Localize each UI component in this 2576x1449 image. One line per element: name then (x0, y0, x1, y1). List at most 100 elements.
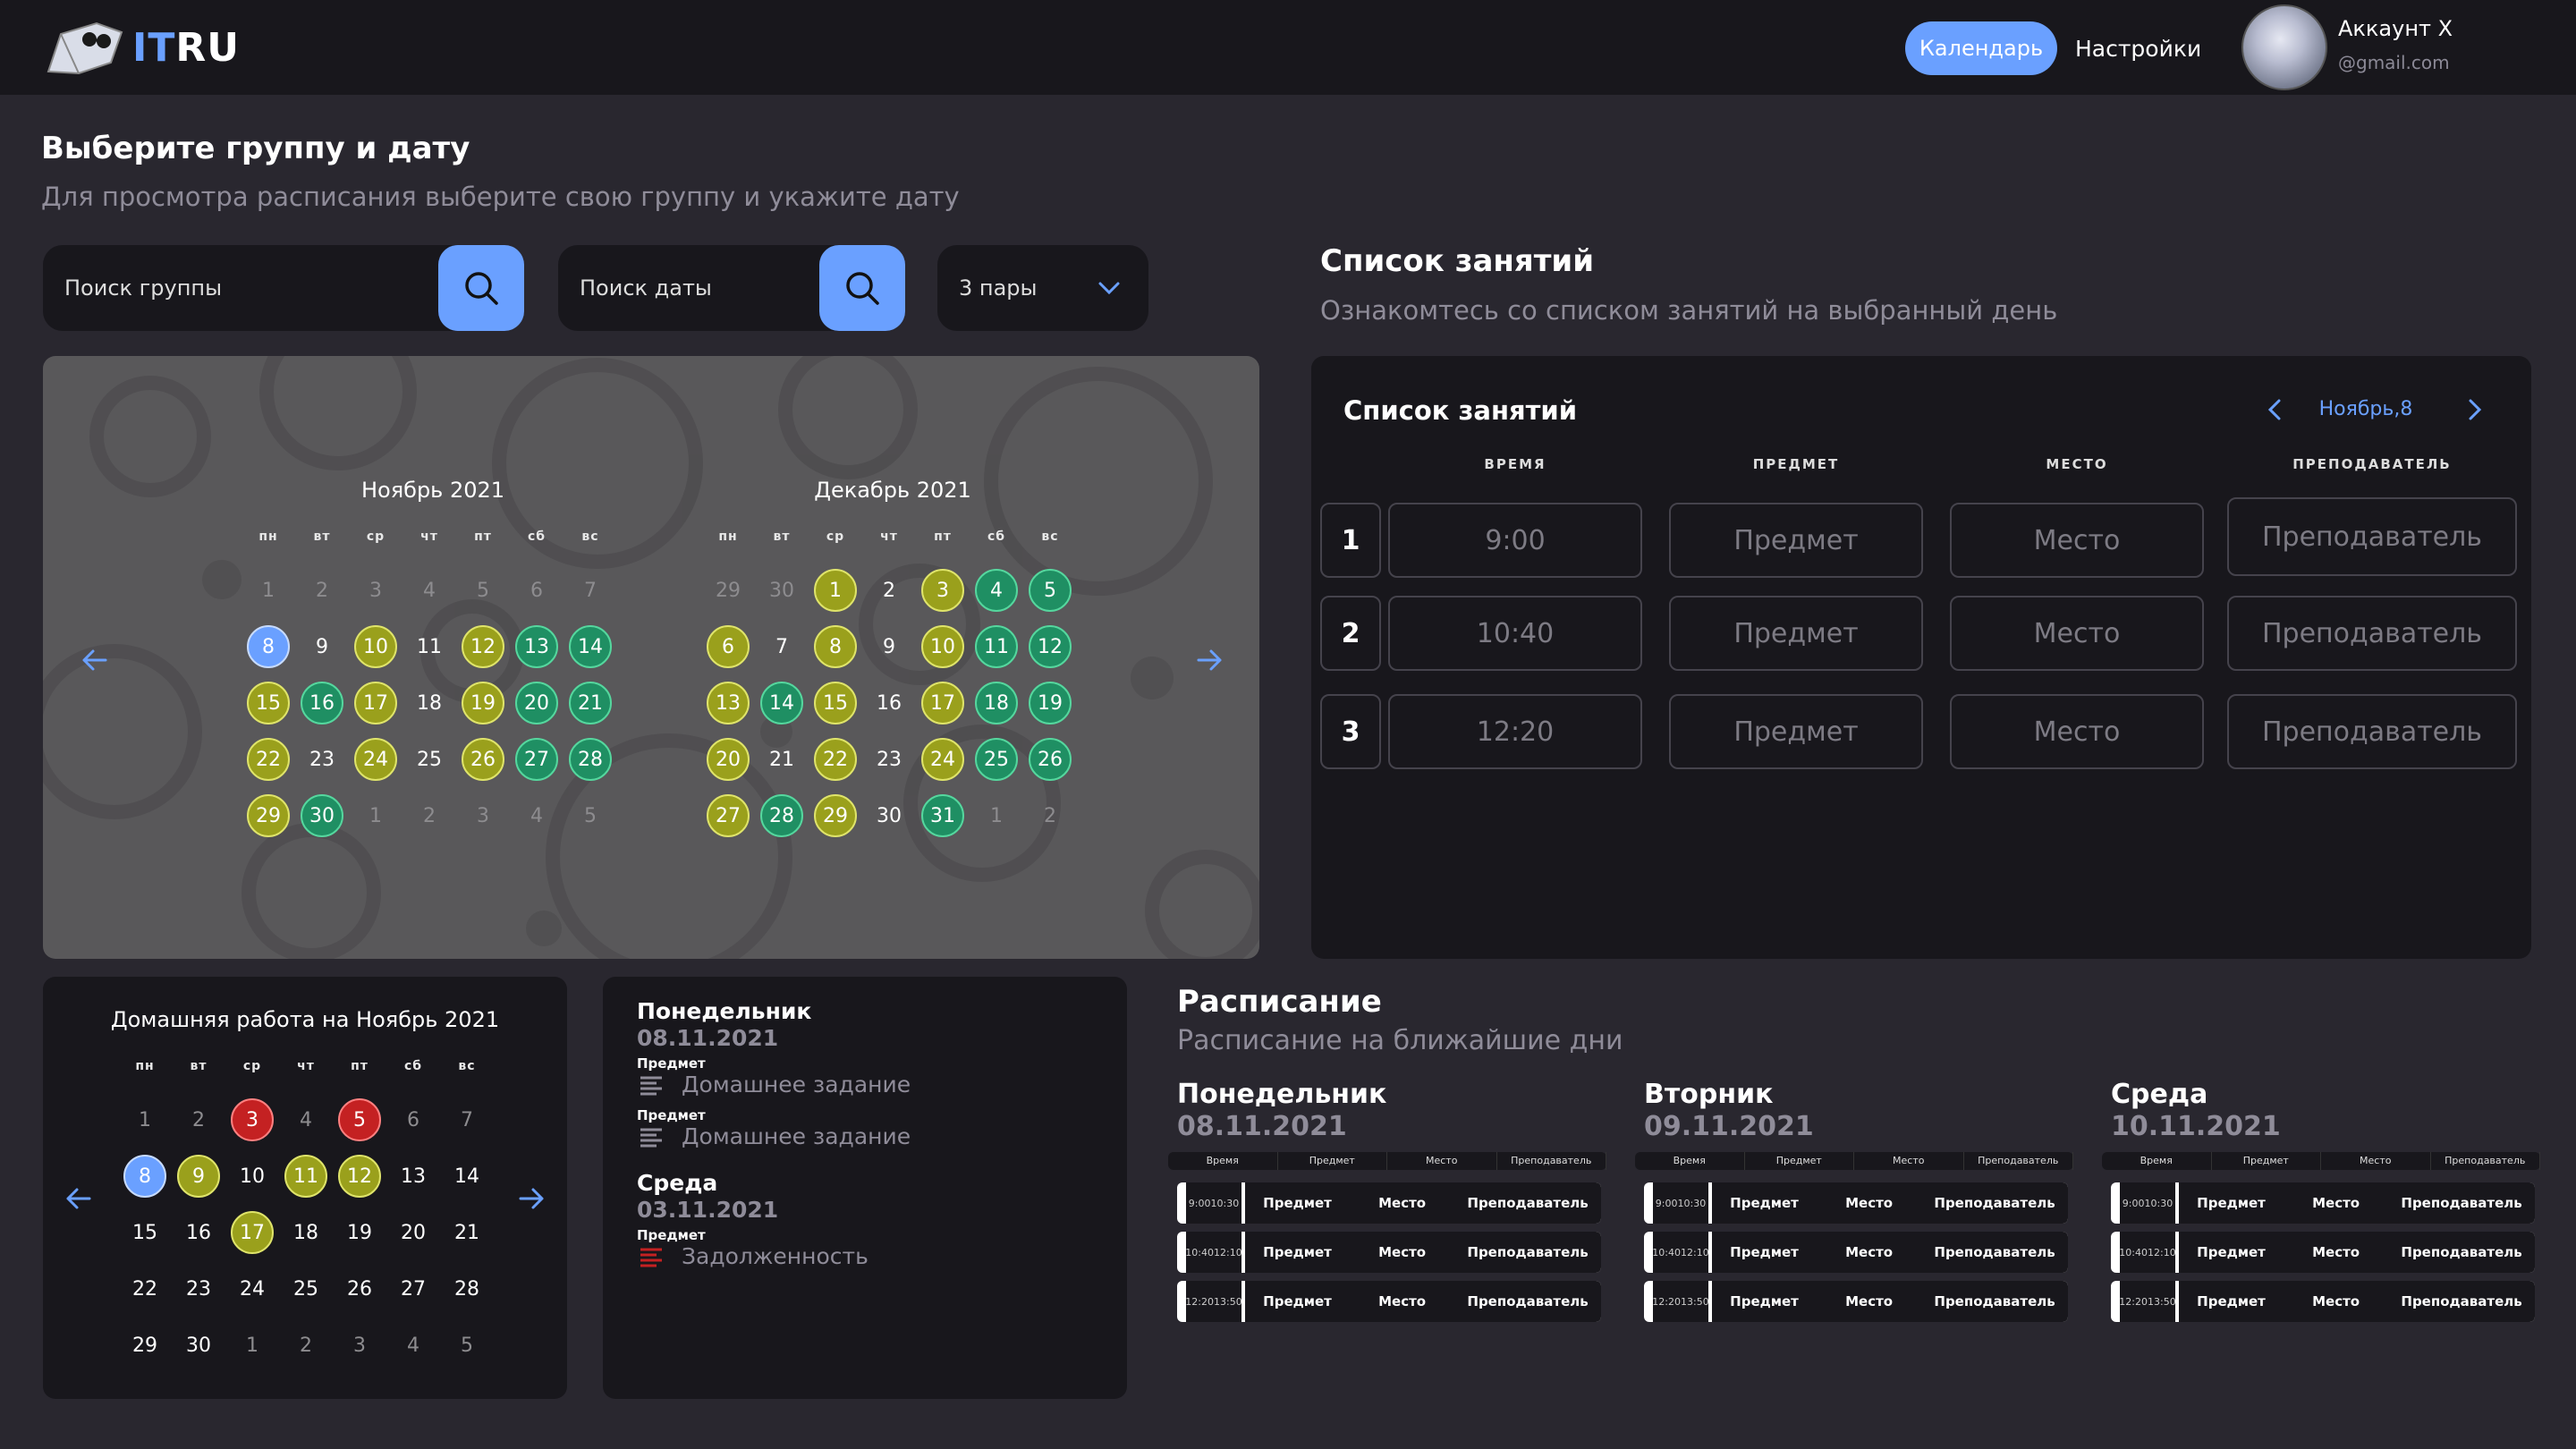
calendar-day[interactable]: 4 (408, 569, 451, 612)
homework-item[interactable]: Домашнее задание (639, 1072, 911, 1097)
homework-day[interactable]: 21 (445, 1211, 488, 1254)
pairs-select[interactable]: 3 пары (937, 245, 1148, 331)
calendar-day[interactable]: 13 (515, 625, 558, 668)
homework-day[interactable]: 12 (338, 1155, 381, 1198)
homework-day[interactable]: 7 (445, 1098, 488, 1141)
calendar-day[interactable]: 15 (814, 682, 857, 724)
homework-item[interactable]: Домашнее задание (639, 1123, 911, 1149)
calendar-day[interactable]: 9 (868, 625, 911, 668)
calendar-day[interactable]: 18 (408, 682, 451, 724)
homework-day[interactable]: 10 (231, 1155, 274, 1198)
lesson-place[interactable]: Место (1950, 503, 2204, 578)
calendar-day[interactable]: 11 (975, 625, 1018, 668)
calendar-day[interactable]: 19 (1029, 682, 1072, 724)
nav-settings-link[interactable]: Настройки (2075, 21, 2201, 75)
calendar-day[interactable]: 11 (408, 625, 451, 668)
homework-day[interactable]: 17 (231, 1211, 274, 1254)
calendar-day[interactable]: 29 (814, 794, 857, 837)
calendar-day[interactable]: 27 (515, 738, 558, 781)
homework-day[interactable]: 27 (392, 1267, 435, 1310)
schedule-row[interactable]: 10:40 12:10 Предмет Место Преподаватель (2111, 1232, 2535, 1273)
calendar-day[interactable]: 31 (921, 794, 964, 837)
date-search[interactable]: Поиск даты (558, 245, 905, 331)
logo-text[interactable]: ITRU (132, 25, 240, 71)
calendar-day[interactable]: 8 (814, 625, 857, 668)
calendar-day[interactable]: 1 (814, 569, 857, 612)
calendar-day[interactable]: 25 (408, 738, 451, 781)
calendar-day[interactable]: 30 (868, 794, 911, 837)
arrow-left-icon[interactable] (63, 1182, 95, 1215)
calendar-day[interactable]: 24 (354, 738, 397, 781)
calendar-day[interactable]: 10 (354, 625, 397, 668)
homework-day[interactable]: 11 (284, 1155, 327, 1198)
calendar-day[interactable]: 2 (868, 569, 911, 612)
chevron-right-icon[interactable] (2462, 395, 2487, 424)
homework-day[interactable]: 22 (123, 1267, 166, 1310)
calendar-day[interactable]: 1 (247, 569, 290, 612)
homework-day[interactable]: 1 (231, 1324, 274, 1367)
calendar-day[interactable]: 27 (707, 794, 750, 837)
calendar-day[interactable]: 13 (707, 682, 750, 724)
group-search-button[interactable] (438, 245, 524, 331)
homework-day[interactable]: 6 (392, 1098, 435, 1141)
calendar-day[interactable]: 23 (301, 738, 343, 781)
homework-day[interactable]: 13 (392, 1155, 435, 1198)
calendar-day[interactable]: 2 (301, 569, 343, 612)
calendar-day[interactable]: 29 (247, 794, 290, 837)
calendar-day[interactable]: 1 (354, 794, 397, 837)
homework-day[interactable]: 9 (177, 1155, 220, 1198)
homework-day[interactable]: 30 (177, 1324, 220, 1367)
calendar-day[interactable]: 17 (354, 682, 397, 724)
homework-day[interactable]: 26 (338, 1267, 381, 1310)
calendar-day[interactable]: 9 (301, 625, 343, 668)
lesson-time[interactable]: 12:20 (1388, 694, 1642, 769)
schedule-row[interactable]: 9:00 10:30 Предмет Место Преподаватель (1177, 1182, 1601, 1224)
avatar[interactable] (2241, 4, 2327, 90)
homework-item[interactable]: Задолженность (639, 1243, 869, 1269)
calendar-day[interactable]: 3 (921, 569, 964, 612)
lesson-time[interactable]: 9:00 (1388, 503, 1642, 578)
homework-day[interactable]: 25 (284, 1267, 327, 1310)
homework-day[interactable]: 23 (177, 1267, 220, 1310)
group-search-input[interactable]: Поиск группы (64, 245, 222, 331)
homework-day[interactable]: 2 (177, 1098, 220, 1141)
calendar-day[interactable]: 5 (1029, 569, 1072, 612)
homework-day[interactable]: 16 (177, 1211, 220, 1254)
lesson-subject[interactable]: Предмет (1669, 503, 1923, 578)
calendar-day[interactable]: 19 (462, 682, 504, 724)
calendar-day[interactable]: 2 (408, 794, 451, 837)
lesson-place[interactable]: Место (1950, 694, 2204, 769)
calendar-day[interactable]: 3 (462, 794, 504, 837)
calendar-day[interactable]: 20 (707, 738, 750, 781)
homework-day[interactable]: 5 (445, 1324, 488, 1367)
lesson-place[interactable]: Место (1950, 596, 2204, 671)
schedule-row[interactable]: 12:20 13:50 Предмет Место Преподаватель (2111, 1281, 2535, 1322)
calendar-day[interactable]: 15 (247, 682, 290, 724)
calendar-day[interactable]: 5 (462, 569, 504, 612)
calendar-day[interactable]: 3 (354, 569, 397, 612)
lesson-subject[interactable]: Предмет (1669, 596, 1923, 671)
calendar-day[interactable]: 12 (1029, 625, 1072, 668)
calendar-day[interactable]: 2 (1029, 794, 1072, 837)
arrow-right-icon[interactable] (515, 1182, 547, 1215)
calendar-day[interactable]: 23 (868, 738, 911, 781)
schedule-row[interactable]: 12:20 13:50 Предмет Место Преподаватель (1177, 1281, 1601, 1322)
homework-day[interactable]: 24 (231, 1267, 274, 1310)
calendar-day[interactable]: 28 (569, 738, 612, 781)
calendar-day[interactable]: 30 (760, 569, 803, 612)
homework-day[interactable]: 4 (284, 1098, 327, 1141)
calendar-day[interactable]: 7 (760, 625, 803, 668)
homework-day[interactable]: 4 (392, 1324, 435, 1367)
homework-day[interactable]: 18 (284, 1211, 327, 1254)
calendar-day[interactable]: 26 (462, 738, 504, 781)
calendar-day[interactable]: 24 (921, 738, 964, 781)
date-search-input[interactable]: Поиск даты (580, 245, 712, 331)
schedule-row[interactable]: 12:20 13:50 Предмет Место Преподаватель (1644, 1281, 2068, 1322)
lesson-teacher[interactable]: Преподаватель (2227, 497, 2517, 576)
calendar-day[interactable]: 30 (301, 794, 343, 837)
calendar-day[interactable]: 4 (975, 569, 1018, 612)
calendar-day[interactable]: 6 (707, 625, 750, 668)
homework-day[interactable]: 15 (123, 1211, 166, 1254)
lesson-subject[interactable]: Предмет (1669, 694, 1923, 769)
homework-day[interactable]: 3 (231, 1098, 274, 1141)
